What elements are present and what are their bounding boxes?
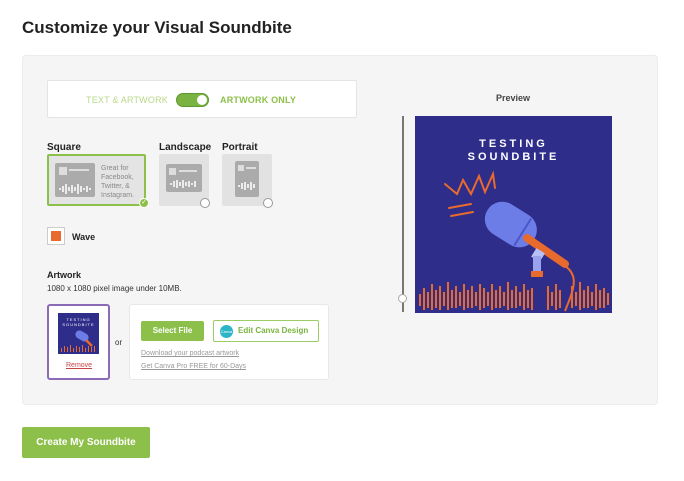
preview-slider-track[interactable] (402, 116, 404, 312)
landscape-wave-icon (170, 180, 196, 188)
page-title: Customize your Visual Soundbite (22, 18, 292, 37)
mode-toggle-switch[interactable] (176, 93, 209, 107)
text-artwork-option[interactable]: TEXT & ARTWORK (86, 95, 168, 105)
artwork-title: Artwork (47, 270, 82, 280)
preview-slider-handle[interactable] (398, 294, 407, 303)
format-label-landscape: Landscape (159, 142, 212, 153)
landscape-thumb-image (166, 164, 202, 192)
square-description: Great for Facebook, Twitter, & Instagram… (101, 165, 135, 199)
wave-color-swatch[interactable] (47, 227, 65, 245)
portrait-wave-icon (238, 182, 255, 190)
preview-microphone-illustration (419, 170, 609, 312)
format-label-square: Square (47, 142, 81, 153)
preview-label: Preview (496, 93, 531, 103)
square-thumb-image (55, 163, 95, 197)
square-selected-check-icon: ✓ (139, 198, 149, 208)
thumbnail-microphone-icon (61, 330, 95, 352)
canva-logo-icon: Canva (220, 325, 233, 338)
preview-waveform (419, 282, 609, 310)
select-file-button[interactable]: Select File (141, 321, 204, 341)
edit-canva-design-button[interactable]: Canva Edit Canva Design (213, 320, 319, 342)
square-wave-icon (59, 184, 91, 194)
portrait-radio[interactable] (263, 198, 273, 208)
mode-toggle-box: TEXT & ARTWORK ARTWORK ONLY (47, 80, 357, 118)
or-label: or (115, 338, 123, 347)
soundbite-preview: TESTING SOUNDBITE (415, 116, 612, 313)
landscape-radio[interactable] (200, 198, 210, 208)
toggle-knob (197, 95, 207, 105)
format-label-portrait: Portrait (222, 142, 258, 153)
format-square-card[interactable]: Great for Facebook, Twitter, & Instagram… (47, 154, 146, 206)
wave-color-fill (51, 231, 61, 241)
download-artwork-link[interactable]: Download your podcast artwork (141, 350, 239, 357)
portrait-thumb-image (235, 161, 259, 197)
remove-artwork-link[interactable]: Remove (66, 362, 92, 369)
create-soundbite-button[interactable]: Create My Soundbite (22, 427, 150, 458)
canva-pro-link[interactable]: Get Canva Pro FREE for 60-Days (141, 363, 246, 370)
artwork-only-option[interactable]: ARTWORK ONLY (220, 95, 296, 105)
artwork-thumbnail: TESTING SOUNDBITE (58, 313, 99, 354)
artwork-subtitle: 1080 x 1080 pixel image under 10MB. (47, 284, 182, 293)
edit-canva-label: Edit Canva Design (238, 326, 309, 335)
wave-label: Wave (72, 232, 96, 242)
